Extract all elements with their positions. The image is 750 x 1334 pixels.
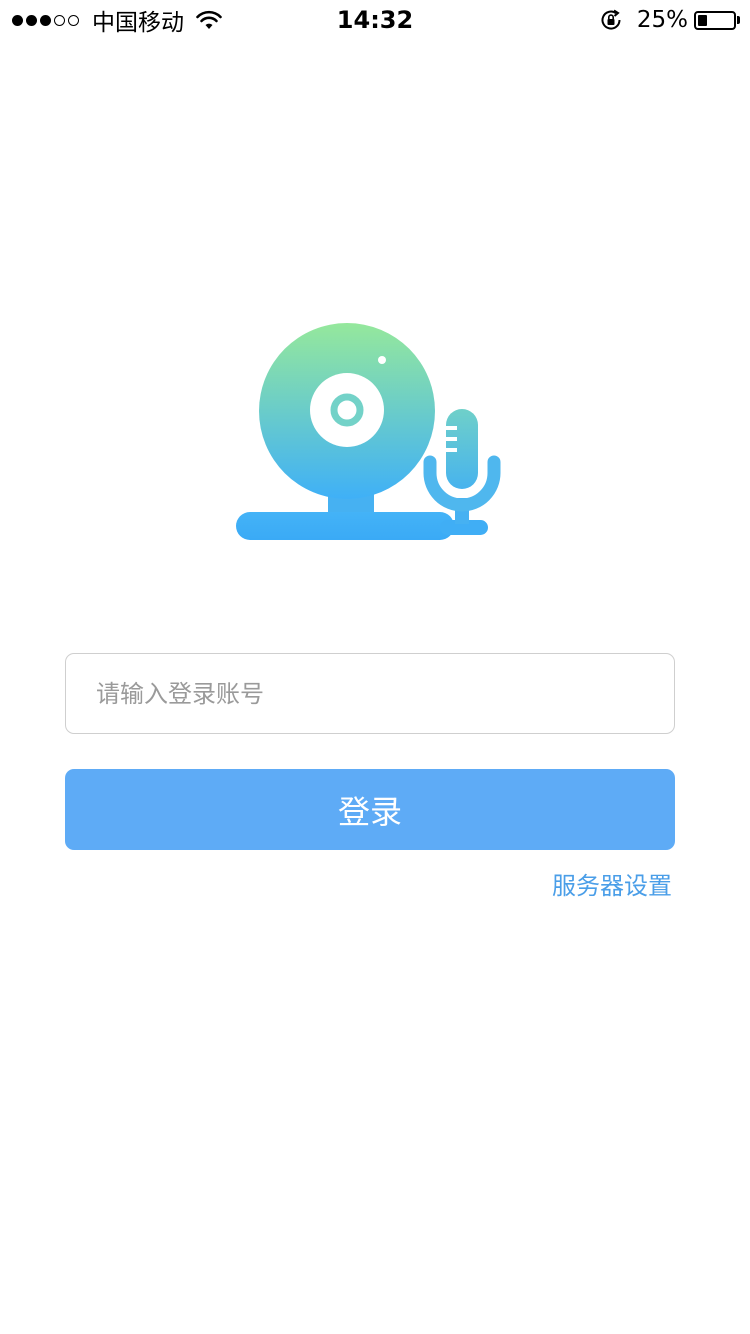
account-input[interactable] [94,678,674,709]
status-bar: 中国移动 14:32 25% [0,0,750,40]
battery-percent: 25% [636,7,688,33]
battery-fill [698,14,707,26]
login-screen: 中国移动 14:32 25% 请输入登录账号 登录 服务器设置 [0,0,750,1334]
battery-icon [694,10,736,30]
rotation-lock-icon [601,9,621,30]
battery-tip [737,16,740,24]
webcam-microphone-logo-icon [236,323,501,540]
account-field[interactable] [65,653,675,734]
login-button[interactable]: 登录 [65,769,675,850]
status-bar-right: 25% [599,5,740,35]
server-settings-link[interactable]: 服务器设置 [552,870,672,902]
